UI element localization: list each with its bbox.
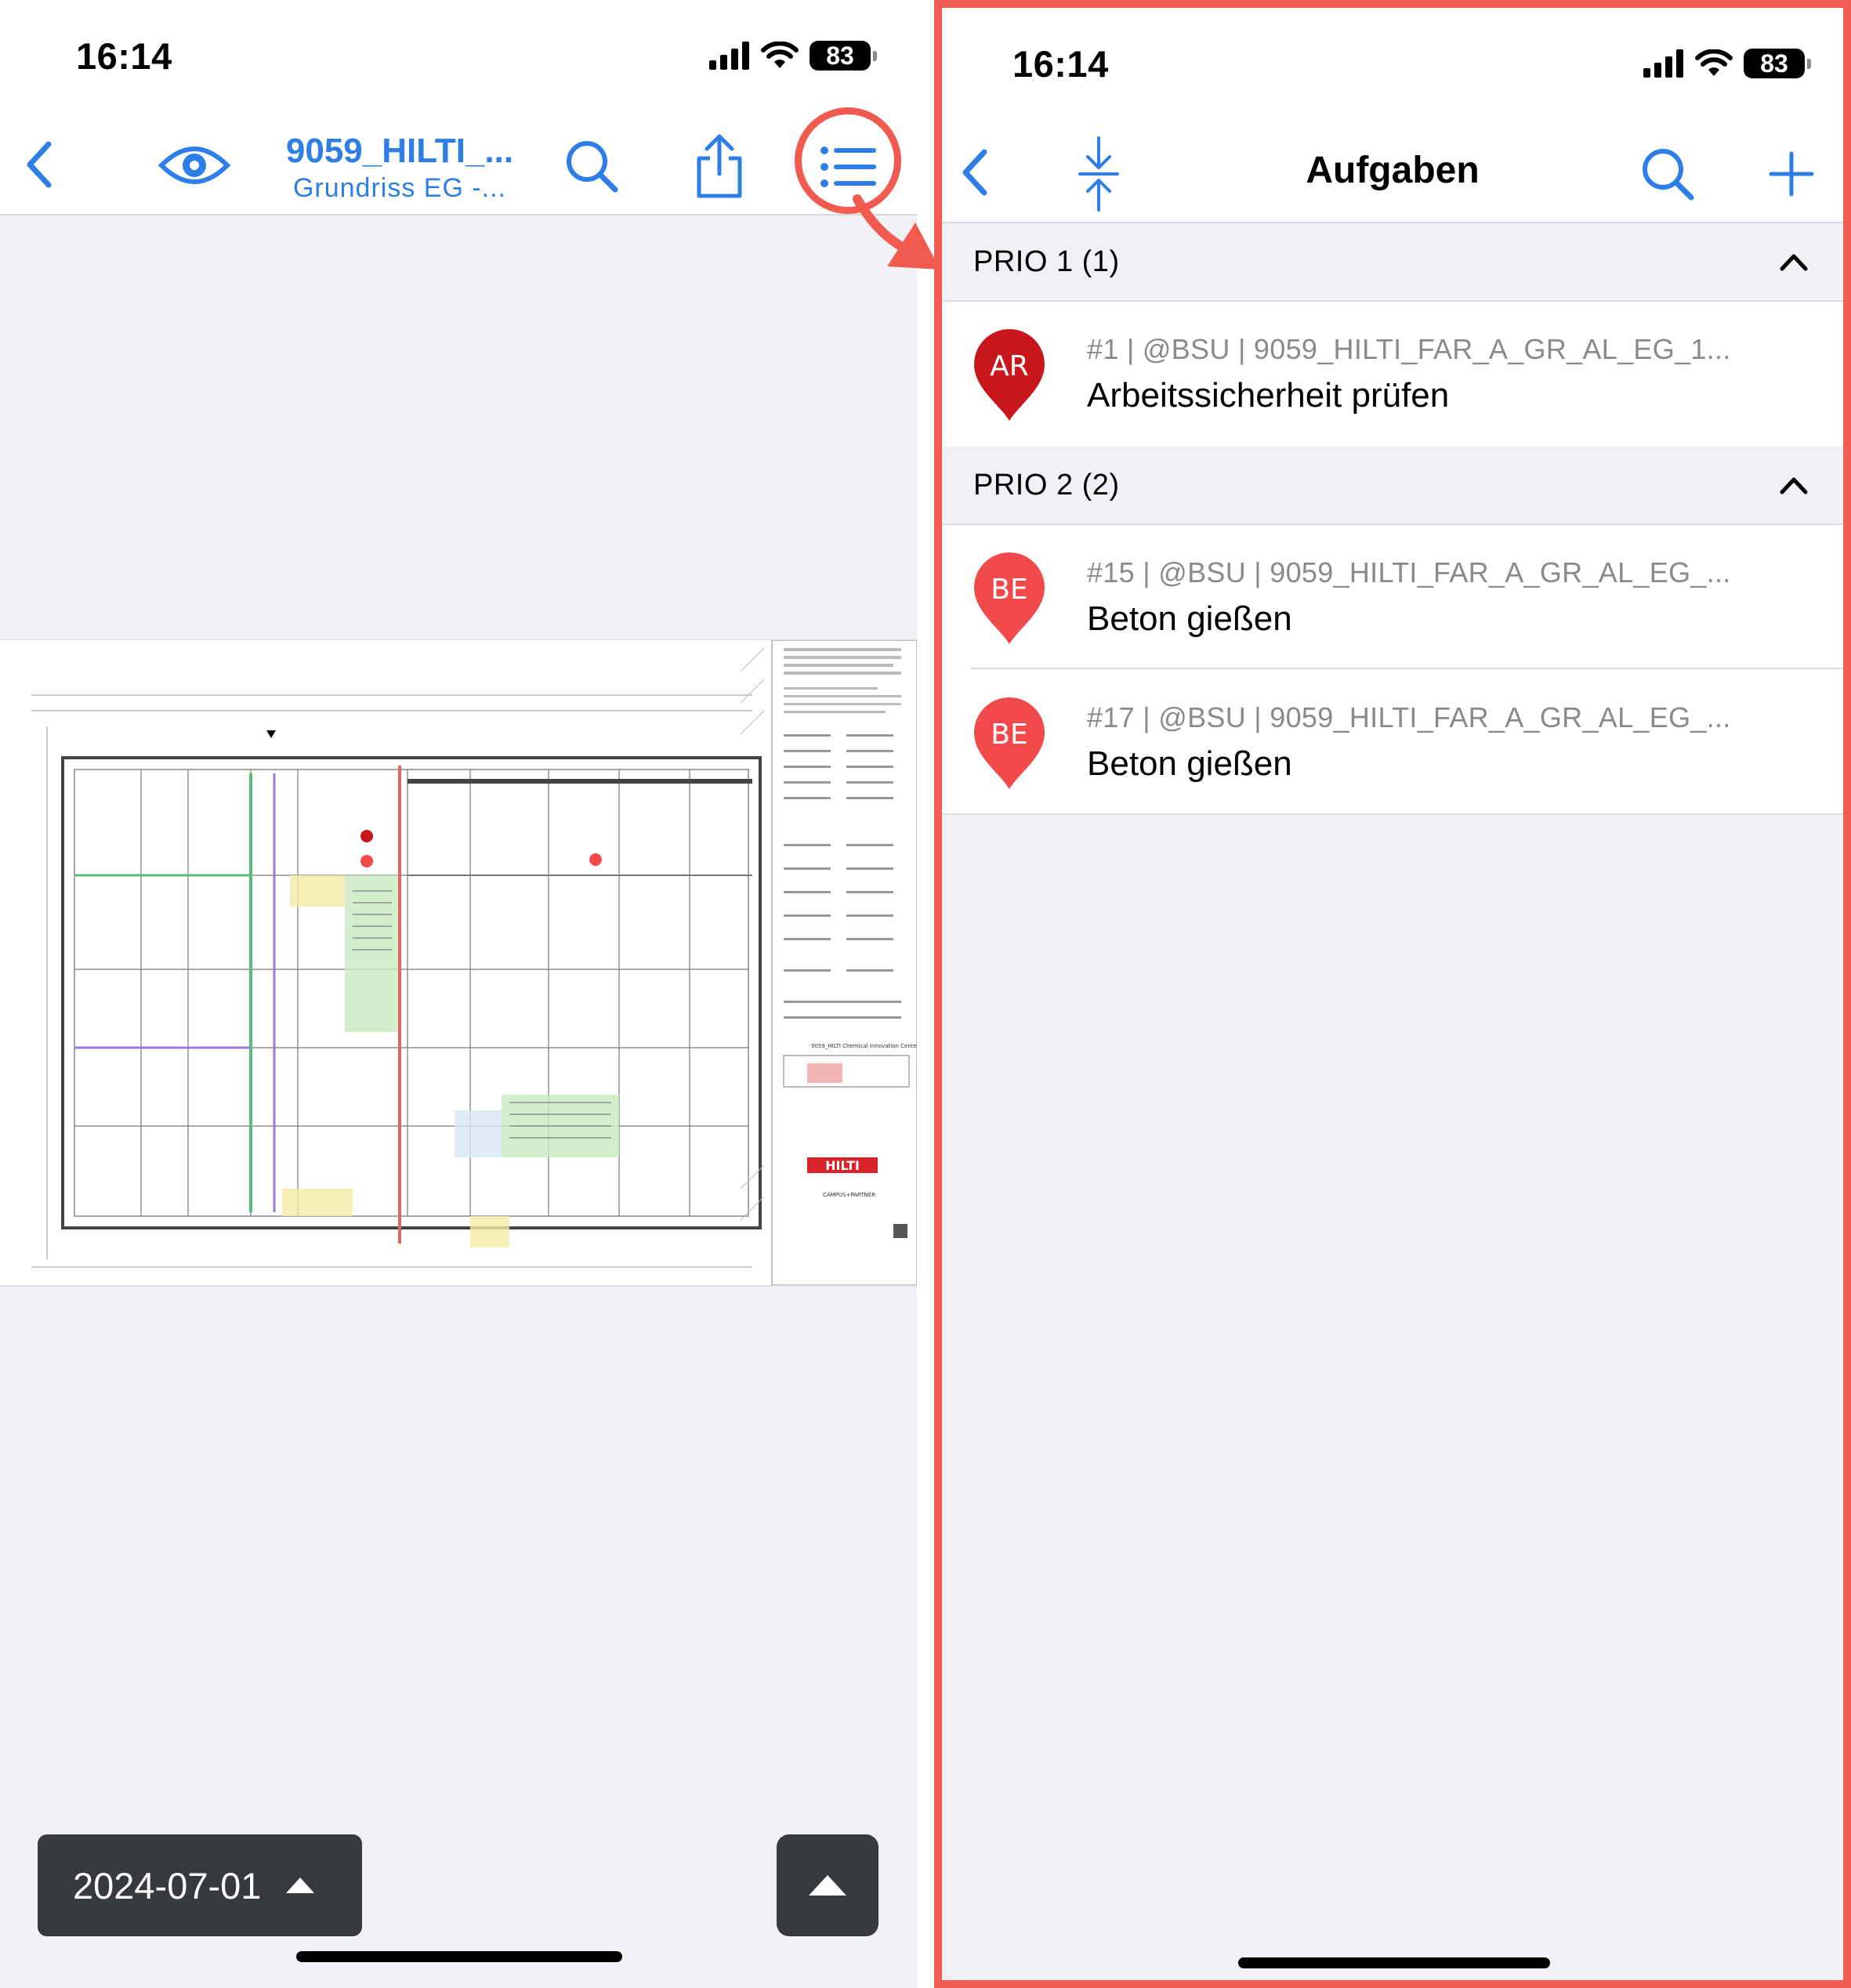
chevron-left-icon bbox=[27, 141, 52, 188]
section-title: PRIO 2 (2) bbox=[973, 468, 1120, 502]
status-bar: 16:14 83 bbox=[942, 8, 1843, 125]
floor-plan-canvas[interactable]: HILTI 9059_HILTI Chemical Innovation Cen… bbox=[0, 639, 917, 1287]
search-icon bbox=[1643, 149, 1694, 201]
screenshot-composite: 16:14 83 9059_HILTI_... Grundriss EG -..… bbox=[0, 0, 1851, 1988]
status-time: 16:14 bbox=[1012, 43, 1109, 85]
battery-icon: 83 bbox=[1744, 49, 1811, 78]
wifi-icon bbox=[1695, 49, 1733, 76]
add-task-button[interactable] bbox=[1763, 146, 1820, 202]
plus-icon bbox=[1769, 151, 1814, 197]
task-pin-icon: BE bbox=[974, 697, 1045, 789]
task-row[interactable]: BE #17 | @BSU | 9059_HILTI_FAR_A_GR_AL_E… bbox=[942, 670, 1843, 815]
chevron-up-icon bbox=[1780, 477, 1808, 494]
back-button[interactable] bbox=[16, 141, 63, 188]
battery-icon: 83 bbox=[810, 41, 877, 71]
hilti-logo: HILTI bbox=[825, 1158, 860, 1173]
callout-arrow bbox=[853, 194, 940, 270]
section-title: PRIO 1 (1) bbox=[973, 244, 1120, 278]
search-button[interactable] bbox=[560, 135, 623, 197]
task-meta: #17 | @BSU | 9059_HILTI_FAR_A_GR_AL_EG_.… bbox=[1087, 701, 1731, 733]
share-button[interactable] bbox=[688, 130, 751, 202]
search-icon bbox=[567, 141, 618, 193]
row-divider bbox=[970, 668, 1843, 669]
share-icon bbox=[697, 134, 742, 198]
task-title: Beton gießen bbox=[1087, 599, 1292, 638]
caret-up-icon bbox=[286, 1878, 315, 1893]
project-label: 9059_HILTI Chemical Innovation Center bbox=[811, 1043, 917, 1049]
status-bar: 16:14 83 bbox=[0, 0, 917, 118]
row-divider bbox=[942, 813, 1843, 815]
chevron-up-icon bbox=[1780, 254, 1808, 271]
expand-panel-button[interactable] bbox=[777, 1834, 878, 1936]
page-title: Aufgaben bbox=[1306, 150, 1480, 191]
section-header-prio-2[interactable]: PRIO 2 (2) bbox=[942, 447, 1843, 525]
task-meta: #15 | @BSU | 9059_HILTI_FAR_A_GR_AL_EG_.… bbox=[1087, 556, 1731, 588]
home-indicator bbox=[1238, 1957, 1550, 1968]
date-label: 2024-07-01 bbox=[73, 1864, 262, 1907]
date-selector[interactable]: 2024-07-01 bbox=[38, 1834, 362, 1936]
wifi-icon bbox=[761, 42, 799, 68]
cellular-signal-icon bbox=[709, 42, 749, 70]
status-icons: 83 bbox=[709, 41, 877, 71]
floor-plan-drawing: HILTI 9059_HILTI Chemical Innovation Cen… bbox=[14, 639, 917, 1286]
task-title: Arbeitssicherheit prüfen bbox=[1087, 376, 1450, 415]
task-meta: #1 | @BSU | 9059_HILTI_FAR_A_GR_AL_EG_1.… bbox=[1087, 333, 1731, 365]
plan-toolbar: 9059_HILTI_... Grundriss EG -... bbox=[0, 118, 917, 215]
tasks-screen: 16:14 83 Aufgaben PRIO 1 (1) AR #1 | @BS… bbox=[934, 0, 1851, 1988]
search-button[interactable] bbox=[1636, 143, 1699, 205]
document-name: 9059_HILTI_... bbox=[285, 132, 514, 170]
document-title[interactable]: 9059_HILTI_... Grundriss EG -... bbox=[259, 130, 541, 204]
tasks-navbar: Aufgaben bbox=[942, 125, 1843, 223]
visibility-button[interactable] bbox=[157, 139, 232, 191]
status-time: 16:14 bbox=[76, 35, 172, 77]
eye-icon bbox=[158, 147, 230, 184]
plan-viewer-screen: 16:14 83 9059_HILTI_... Grundriss EG -..… bbox=[0, 0, 917, 1988]
section-header-prio-1[interactable]: PRIO 1 (1) bbox=[942, 223, 1843, 302]
home-indicator bbox=[296, 1951, 622, 1962]
document-subtitle: Grundriss EG -... bbox=[292, 173, 507, 203]
task-row[interactable]: AR #1 | @BSU | 9059_HILTI_FAR_A_GR_AL_EG… bbox=[942, 302, 1843, 447]
partner-label: CAMPUS+PARTNER bbox=[823, 1192, 875, 1198]
cellular-signal-icon bbox=[1643, 49, 1683, 78]
task-row[interactable]: BE #15 | @BSU | 9059_HILTI_FAR_A_GR_AL_E… bbox=[942, 525, 1843, 670]
task-pin-icon: AR bbox=[974, 329, 1045, 421]
task-badge: BE bbox=[991, 574, 1027, 606]
caret-up-icon bbox=[809, 1875, 846, 1896]
task-badge: AR bbox=[990, 350, 1029, 382]
status-icons: 83 bbox=[1643, 49, 1811, 78]
task-title: Beton gießen bbox=[1087, 744, 1292, 783]
task-badge: BE bbox=[991, 719, 1027, 751]
task-pin-icon: BE bbox=[974, 552, 1045, 644]
